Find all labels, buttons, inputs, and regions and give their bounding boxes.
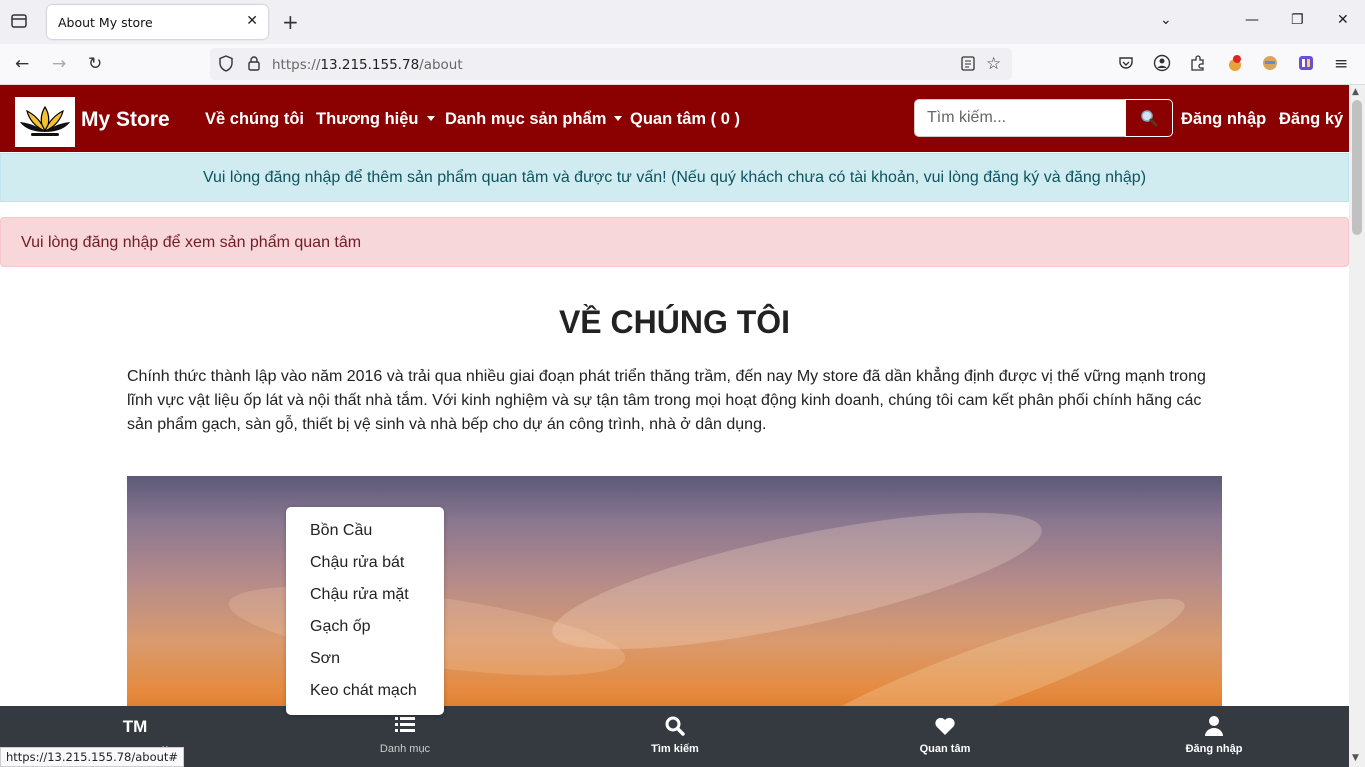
menu-favorites[interactable]: Quan tâm ( 0 )	[630, 110, 740, 129]
home-logo-text: TM	[122, 717, 148, 736]
page-title: VỀ CHÚNG TÔI	[558, 304, 791, 340]
window-close-icon[interactable]: ✕	[1337, 12, 1349, 28]
caret-down-icon	[614, 116, 623, 121]
site-navbar: My Store Về chúng tôi Thương hiệu Danh m…	[0, 85, 1349, 152]
extension-adblock-icon[interactable]	[1226, 54, 1244, 77]
bottom-nav-favorites[interactable]: Quan tâm	[810, 706, 1080, 767]
about-paragraph: Chính thức thành lập vào năm 2016 và trả…	[127, 368, 1206, 433]
web-page: My Store Về chúng tôi Thương hiệu Danh m…	[0, 85, 1349, 767]
extension-face-icon[interactable]	[1261, 54, 1279, 77]
page-scrollbar[interactable]: ▲ ▼	[1349, 85, 1365, 767]
dropdown-item[interactable]: Gạch ốp	[286, 611, 444, 643]
url-bar[interactable]: https://13.215.155.78/about ☆	[210, 48, 1012, 80]
browser-tabbar: About My store ✕ + ⌄ — ❐ ✕	[0, 0, 1365, 44]
browser-toolbar: ← → ↻ https://13.215.155.78/about ☆ ≡	[0, 44, 1365, 85]
bottom-nav-label: Đăng nhập	[1185, 743, 1243, 755]
new-tab-icon[interactable]: +	[282, 10, 299, 34]
menu-brands[interactable]: Thương hiệu	[316, 110, 435, 129]
tab-list-icon[interactable]	[10, 12, 30, 32]
danger-alert: Vui lòng đăng nhập để xem sản phẩm quan …	[0, 217, 1349, 267]
bottom-nav-bar: TM u Danh mục Tìm kiếm Quan tâm Đăng nhậ…	[0, 706, 1349, 767]
forward-icon[interactable]: →	[52, 54, 66, 74]
url-text[interactable]: https://13.215.155.78/about	[272, 57, 463, 73]
dropdown-item[interactable]: Bồn Cầu	[286, 515, 444, 547]
bottom-nav-login[interactable]: Đăng nhập	[1079, 706, 1349, 767]
reload-icon[interactable]: ↻	[88, 54, 102, 74]
dropdown-item[interactable]: Chậu rửa mặt	[286, 579, 444, 611]
scroll-up-icon[interactable]: ▲	[1352, 87, 1359, 97]
heart-icon	[810, 716, 1080, 736]
reader-view-icon[interactable]	[960, 55, 976, 77]
search-form	[914, 99, 1173, 137]
bottom-nav-label: Danh mục	[379, 743, 431, 755]
restore-icon[interactable]: ❐	[1291, 12, 1304, 28]
scroll-thumb[interactable]	[1352, 100, 1362, 235]
magnifier-icon	[1141, 110, 1158, 127]
dropdown-item[interactable]: Chậu rửa bát	[286, 547, 444, 579]
menu-categories[interactable]: Danh mục sản phẩm	[445, 110, 623, 129]
back-icon[interactable]: ←	[15, 54, 29, 74]
search-button[interactable]	[1125, 99, 1173, 137]
register-link[interactable]: Đăng ký	[1279, 110, 1343, 129]
lock-icon[interactable]	[246, 55, 262, 77]
caret-down-icon	[426, 116, 435, 121]
login-link[interactable]: Đăng nhập	[1181, 110, 1266, 129]
bottom-nav-categories[interactable]: Danh mục	[270, 706, 540, 767]
chevron-down-icon[interactable]: ⌄	[1160, 12, 1172, 28]
menu-about[interactable]: Về chúng tôi	[205, 110, 304, 129]
info-alert: Vui lòng đăng nhập để thêm sản phẩm quan…	[0, 153, 1349, 202]
app-menu-icon[interactable]: ≡	[1334, 54, 1348, 74]
bottom-nav-search[interactable]: Tìm kiếm	[540, 706, 810, 767]
extensions-icon[interactable]	[1189, 54, 1207, 77]
close-tab-icon[interactable]: ✕	[246, 13, 258, 29]
pocket-icon[interactable]	[1117, 54, 1135, 77]
bookmark-star-icon[interactable]: ☆	[986, 54, 1001, 74]
user-icon	[1079, 716, 1349, 736]
tab-title: About My store	[58, 15, 153, 30]
dropdown-item[interactable]: Keo chát mạch	[286, 675, 444, 707]
scroll-down-icon[interactable]: ▼	[1352, 753, 1359, 763]
dropdown-item[interactable]: Sơn	[286, 643, 444, 675]
status-bar-url: https://13.215.155.78/about#	[0, 747, 185, 767]
category-dropdown-menu: Bồn Cầu Chậu rửa bát Chậu rửa mặt Gạch ố…	[286, 507, 444, 715]
store-logo[interactable]	[15, 97, 75, 147]
lotus-logo-icon	[20, 105, 70, 136]
shield-icon[interactable]	[218, 55, 234, 76]
search-icon	[540, 716, 810, 736]
minimize-icon[interactable]: —	[1245, 12, 1259, 28]
account-icon[interactable]	[1153, 54, 1171, 77]
extension-grid-icon[interactable]	[1297, 54, 1315, 77]
list-icon	[270, 716, 540, 736]
bottom-nav-label: Quan tâm	[919, 743, 971, 755]
bottom-nav-label: Tìm kiếm	[651, 743, 699, 755]
brand-name[interactable]: My Store	[81, 108, 170, 132]
browser-tab-active[interactable]: About My store ✕	[47, 5, 268, 39]
search-input[interactable]	[914, 99, 1126, 137]
